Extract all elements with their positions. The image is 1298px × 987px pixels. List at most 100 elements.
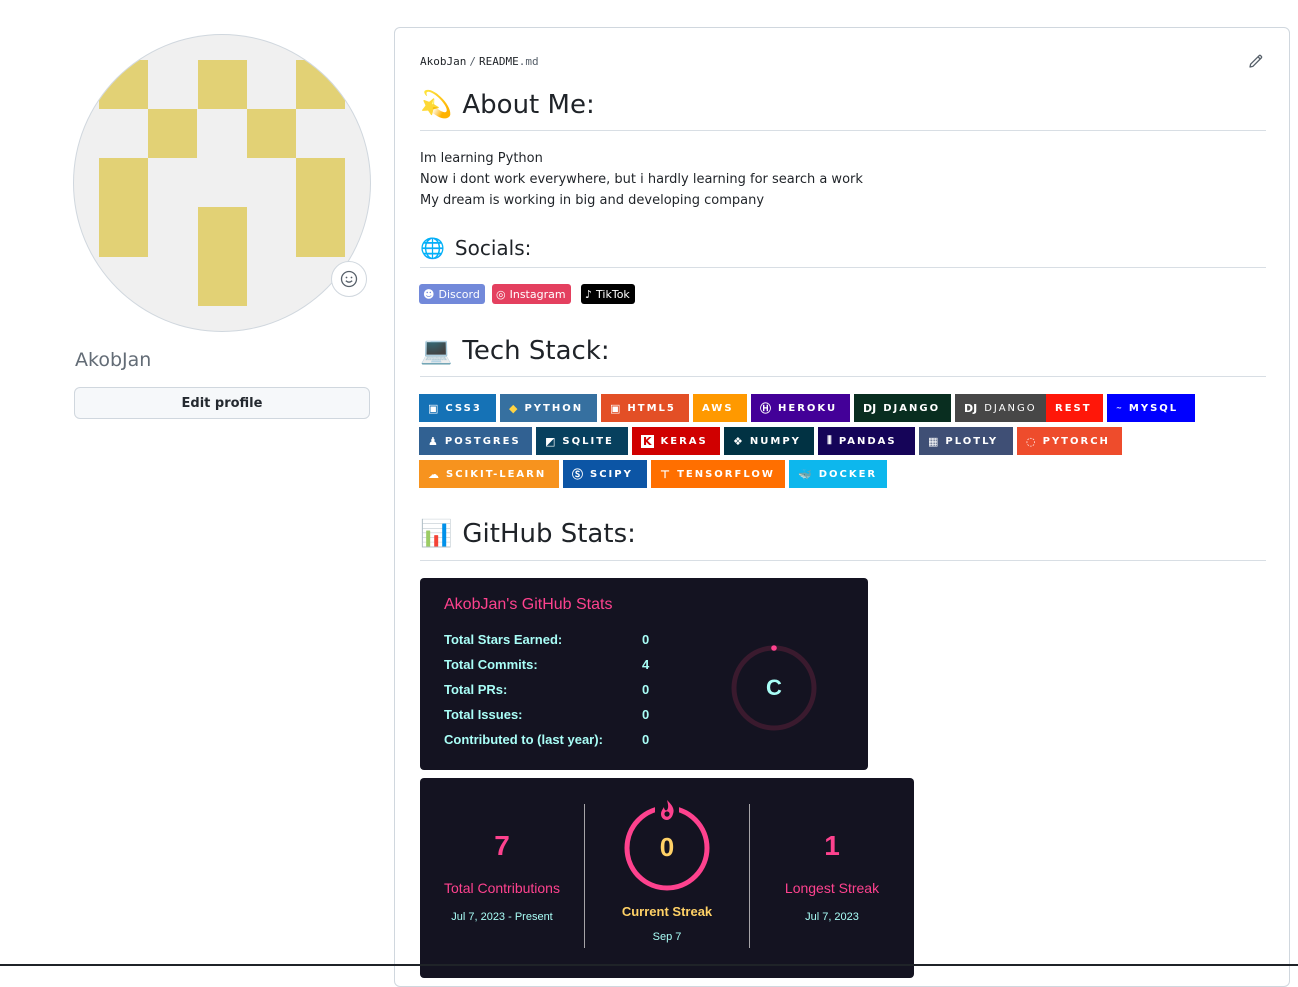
tiktok-badge[interactable]: ♪ TikTok	[581, 284, 635, 304]
badge-label: MySQL	[1128, 402, 1179, 414]
tech-badge-python[interactable]: ◆ python	[500, 394, 597, 422]
avatar-pixel	[99, 60, 148, 109]
badge-label: Plotly	[945, 435, 999, 447]
socials-title: Socials:	[454, 236, 532, 260]
rank-circle: C	[731, 645, 817, 731]
avatar-pixel	[148, 109, 197, 158]
path-separator: /	[469, 55, 476, 68]
about-line: Now i dont work everywhere, but i hardly…	[420, 172, 863, 187]
sqlite-icon: ◩	[545, 434, 556, 448]
tiktok-icon: ♪	[585, 287, 593, 301]
bar-chart-icon: 📊	[420, 519, 453, 549]
scikit-learn-icon: ☁	[428, 467, 439, 481]
tech-badge-docker[interactable]: 🐳 docker	[789, 460, 887, 488]
tech-heading: 💻 Tech Stack:	[420, 336, 610, 366]
badge-label: Keras	[660, 435, 708, 447]
stats-title: GitHub Stats:	[462, 519, 636, 549]
divider	[420, 376, 1266, 377]
instagram-badge[interactable]: ◎ Instagram	[492, 284, 571, 304]
docker-icon: 🐳	[798, 467, 812, 481]
stat-value: 0	[642, 732, 650, 747]
tech-title: Tech Stack:	[462, 336, 610, 366]
stat-value: 0	[642, 682, 650, 697]
tech-badge-rest[interactable]: REST	[1046, 394, 1103, 422]
heroku-icon: Ⓗ	[760, 402, 771, 415]
divider	[420, 267, 1266, 268]
path-file-name: README	[478, 55, 519, 68]
about-line: My dream is working in big and developin…	[420, 193, 765, 208]
keras-icon: K	[641, 434, 654, 448]
set-status-button[interactable]	[331, 261, 367, 297]
html5-icon: ▣	[610, 401, 621, 415]
globe-icon: 🌐	[420, 236, 445, 260]
about-text: Im learning Python Now i dont work every…	[420, 148, 863, 211]
tech-badge-django-rest[interactable]: dj DJANGO	[955, 394, 1046, 422]
divider	[584, 804, 585, 948]
badge-label: python	[524, 402, 584, 414]
avatar-pixel	[198, 60, 247, 109]
about-title: About Me:	[462, 90, 595, 120]
divider	[749, 804, 750, 948]
tech-badge-sqlite[interactable]: ◩ SQLite	[536, 427, 628, 455]
tech-badge-tensorflow[interactable]: ⊤ TensorFlow	[651, 460, 785, 488]
tech-badge-scikit-learn[interactable]: ☁ scikit-learn	[419, 460, 559, 488]
dizzy-icon: 💫	[420, 90, 453, 120]
current-streak-range: Sep 7	[652, 931, 682, 943]
tech-badge-aws[interactable]: AWS	[693, 394, 747, 422]
divider	[420, 130, 1266, 131]
badge-label: docker	[818, 468, 878, 480]
edit-profile-button[interactable]: Edit profile	[74, 387, 370, 419]
stat-label: Total Stars Earned:	[444, 632, 563, 647]
tech-badge-keras[interactable]: K Keras	[632, 427, 720, 455]
django-icon: dj	[863, 401, 877, 415]
badge-label: scikit-learn	[446, 468, 547, 480]
total-contributions-value: 7	[494, 830, 510, 861]
longest-streak-value: 1	[824, 830, 840, 861]
stats-card-title: AkobJan's GitHub Stats	[444, 596, 613, 613]
smiley-icon	[340, 270, 358, 288]
stat-label: Total Commits:	[444, 657, 538, 672]
github-stats-card[interactable]: AkobJan's GitHub Stats Total Stars Earne…	[420, 578, 868, 770]
avatar-pixel	[198, 207, 247, 306]
stat-label: Total PRs:	[444, 682, 508, 697]
tech-badge-django[interactable]: dj Django	[854, 394, 951, 422]
scipy-icon: Ⓢ	[572, 468, 583, 481]
badge-label: Discord	[438, 287, 480, 301]
laptop-icon: 💻	[420, 336, 453, 366]
streak-card[interactable]: 7 Total Contributions Jul 7, 2023 - Pres…	[420, 778, 914, 978]
numpy-icon: ❖	[733, 434, 743, 448]
plotly-icon: ▦	[928, 434, 939, 448]
tech-badge-numpy[interactable]: ❖ NumPy	[724, 427, 814, 455]
tech-badge-heroku[interactable]: Ⓗheroku	[751, 394, 850, 422]
badge-label: heroku	[778, 402, 838, 414]
tech-badge-css3[interactable]: ▣ css3	[419, 394, 496, 422]
readme-path: AkobJan / README.md	[420, 55, 539, 68]
about-heading: 💫 About Me:	[420, 90, 595, 120]
tech-badge-pytorch[interactable]: ◌ PyTorch	[1017, 427, 1122, 455]
badge-label: DJANGO	[984, 402, 1037, 414]
tech-badge-scipy[interactable]: Ⓢ SciPy	[563, 460, 647, 488]
tech-badge-postgres[interactable]: ♟ Postgres	[419, 427, 532, 455]
pencil-icon[interactable]	[1247, 52, 1265, 70]
stat-label: Total Issues:	[444, 707, 523, 722]
total-contributions-range: Jul 7, 2023 - Present	[451, 911, 553, 923]
badge-label: SciPy	[590, 468, 633, 480]
tech-badge-mysql[interactable]: ~ MySQL	[1107, 394, 1195, 422]
divider	[420, 560, 1266, 561]
tech-badge-html5[interactable]: ▣ html5	[601, 394, 689, 422]
badge-label: TensorFlow	[677, 468, 775, 480]
path-user-link[interactable]: AkobJan	[420, 55, 466, 68]
mysql-icon: ~	[1116, 404, 1122, 412]
stat-value: 0	[642, 632, 650, 647]
badge-label: Pandas	[838, 435, 897, 447]
pandas-icon: ⦀	[827, 434, 832, 447]
discord-badge[interactable]: ☻ Discord	[419, 284, 485, 304]
tech-badge-pandas[interactable]: ⦀ Pandas	[818, 427, 915, 455]
python-icon: ◆	[509, 401, 518, 415]
avatar[interactable]	[74, 35, 370, 331]
avatar-pixel	[247, 109, 296, 158]
longest-streak-label: Longest Streak	[784, 880, 880, 896]
avatar-pixel	[296, 158, 345, 257]
tech-badge-plotly[interactable]: ▦ Plotly	[919, 427, 1013, 455]
avatar-pixel	[296, 60, 345, 109]
